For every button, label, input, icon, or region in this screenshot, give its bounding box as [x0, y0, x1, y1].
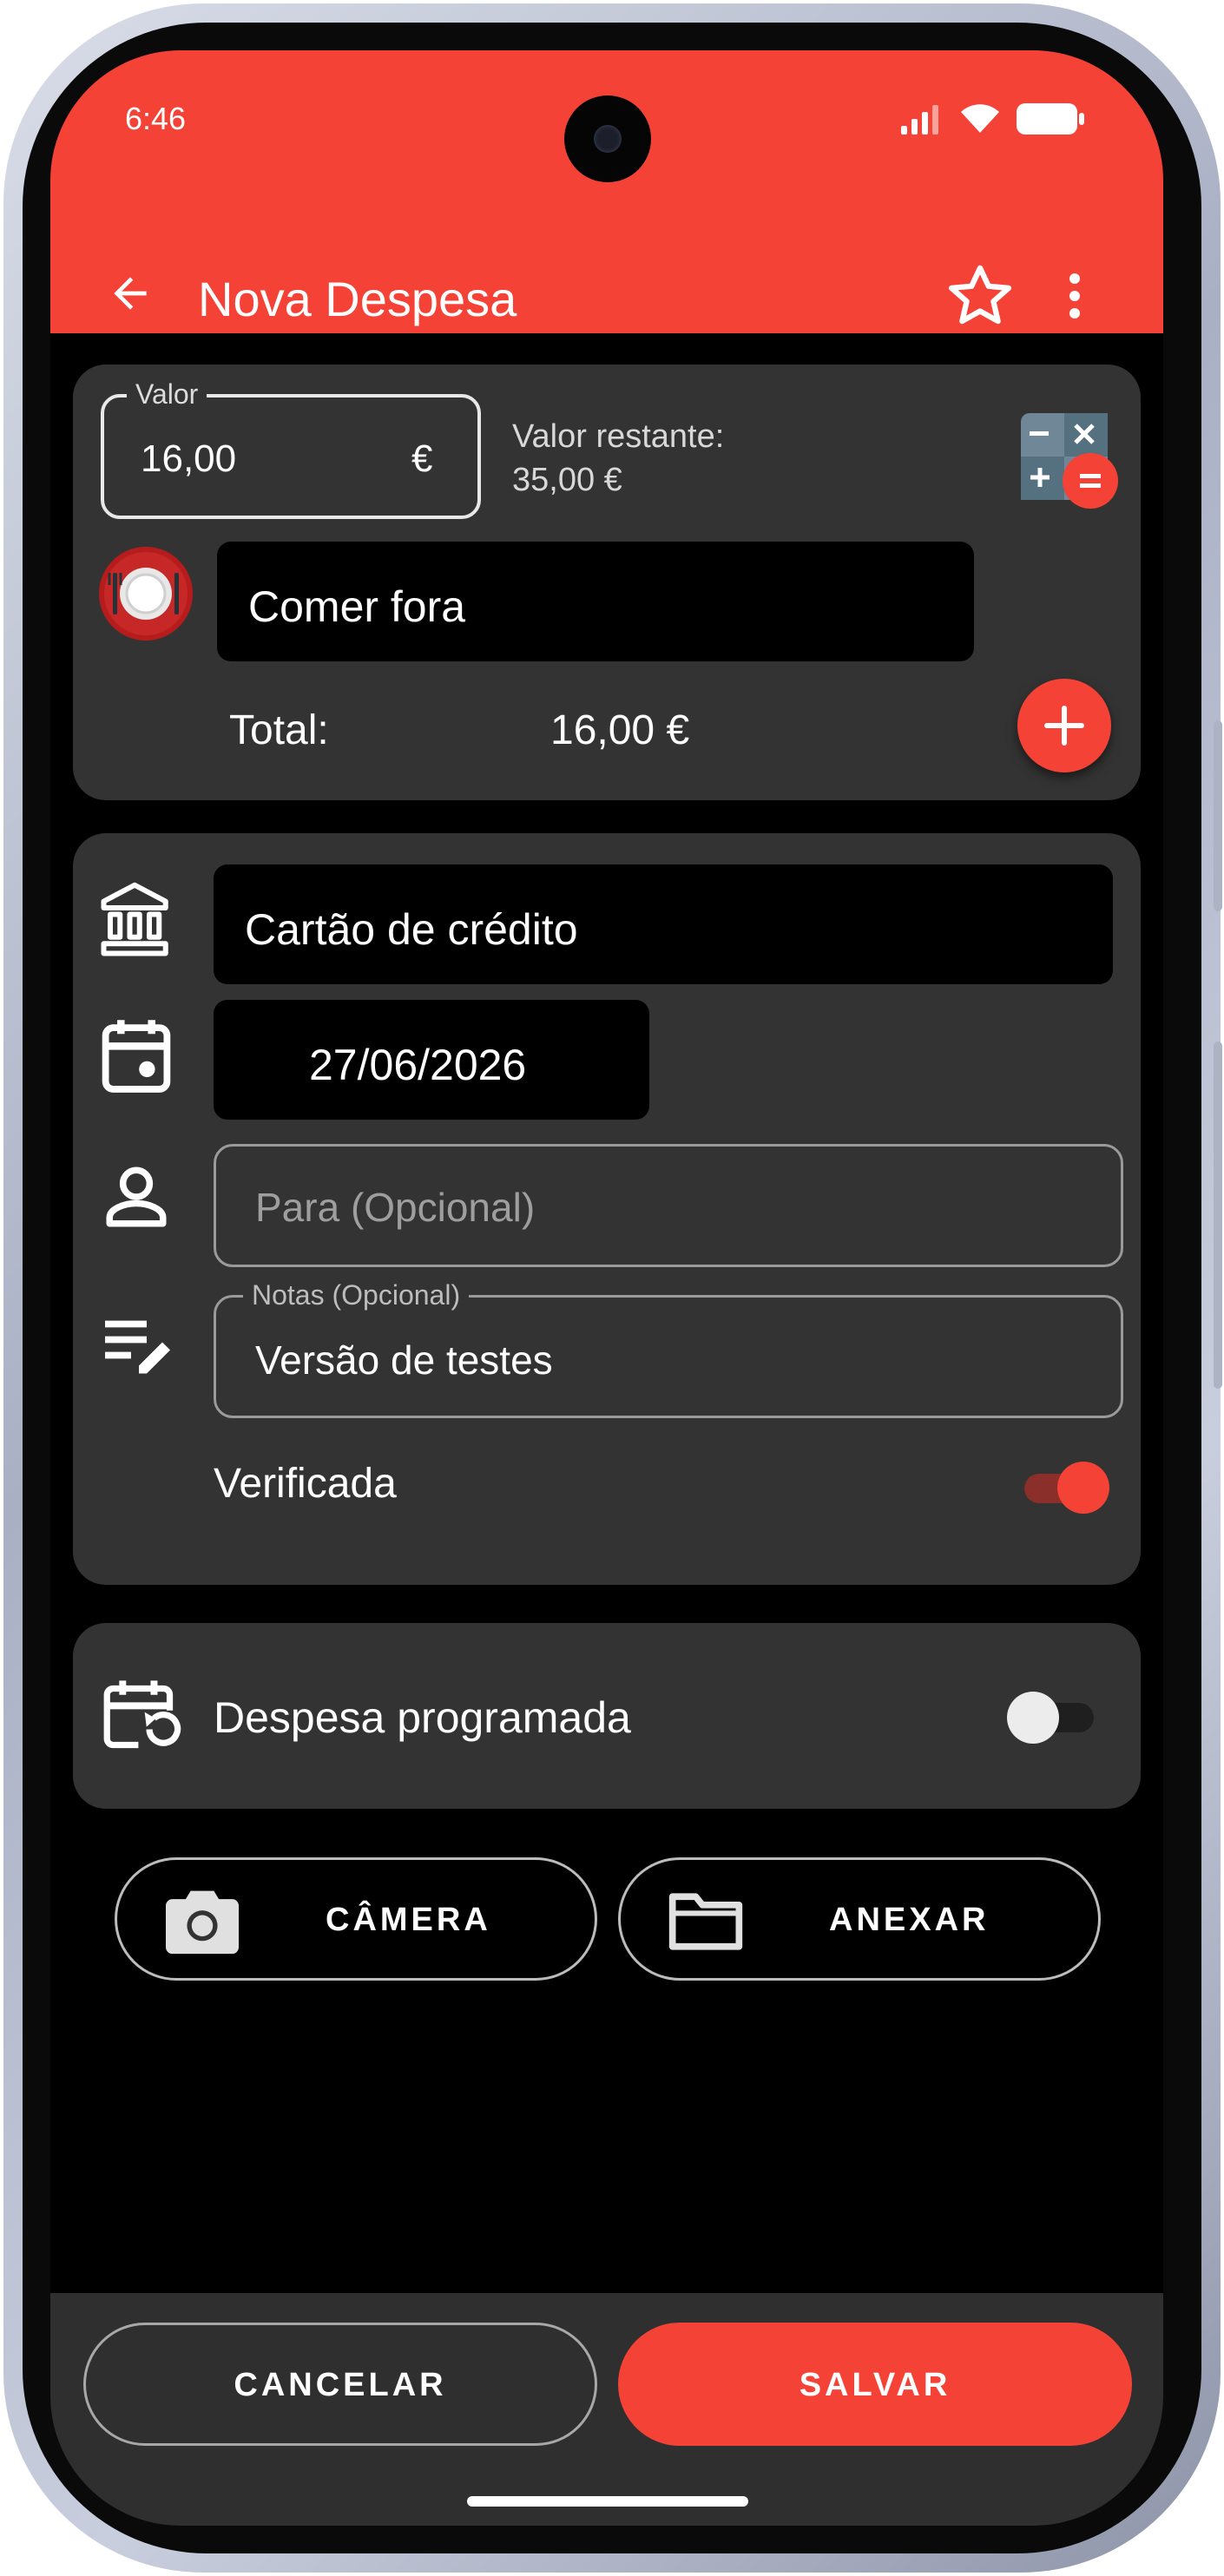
- cancel-label: CANCELAR: [234, 2367, 447, 2403]
- restaurant-icon: [99, 547, 193, 641]
- status-icons: [899, 102, 1085, 135]
- more-vert-icon: [1069, 273, 1080, 319]
- more-options-button[interactable]: [1049, 257, 1101, 335]
- front-camera: [564, 95, 651, 182]
- account-name: Cartão de crédito: [245, 905, 578, 954]
- home-indicator: [467, 2496, 748, 2507]
- status-time: 6:46: [125, 101, 187, 136]
- page-title: Nova Despesa: [198, 272, 517, 326]
- notes-edit-icon: [105, 1320, 170, 1374]
- camera-button[interactable]: CÂMERA: [115, 1857, 597, 1981]
- category-name: Comer fora: [248, 582, 466, 631]
- date-value: 27/06/2026: [309, 1041, 527, 1089]
- total-value: 16,00 €: [550, 707, 690, 753]
- power-button: [1214, 1042, 1222, 1389]
- calendar-icon: [102, 1020, 171, 1093]
- app-bar: 6:46 Nova Despesa: [50, 50, 1163, 333]
- verified-label: Verificada: [214, 1461, 397, 1507]
- save-button[interactable]: SALVAR: [618, 2323, 1132, 2446]
- volume-button: [1214, 720, 1222, 911]
- save-label: SALVAR: [799, 2367, 951, 2403]
- screen: 6:46 Nova Despesa Valor 16,00 € Valor re…: [50, 50, 1163, 2526]
- verified-toggle[interactable]: [1021, 1462, 1109, 1514]
- attach-button[interactable]: ANEXAR: [618, 1857, 1101, 1981]
- battery-icon: [1017, 103, 1084, 135]
- bank-icon: [101, 882, 168, 956]
- signal-icon: [901, 105, 938, 135]
- remaining-value: 35,00 €: [512, 462, 622, 498]
- calculator-icon[interactable]: [1019, 411, 1123, 510]
- notes-value: Versão de testes: [255, 1337, 553, 1383]
- scheduled-toggle[interactable]: [1007, 1692, 1094, 1744]
- folder-icon: [668, 1893, 743, 1950]
- cancel-button[interactable]: CANCELAR: [83, 2323, 597, 2446]
- wifi-icon: [961, 104, 999, 133]
- payee-placeholder: Para (Opcional): [255, 1185, 536, 1230]
- camera-icon: [166, 1890, 239, 1955]
- star-icon: [948, 265, 1012, 325]
- currency-symbol: €: [411, 437, 433, 480]
- attach-label: ANEXAR: [829, 1902, 990, 1938]
- scheduled-card: Despesa programada: [73, 1623, 1141, 1809]
- total-label: Total:: [229, 707, 329, 753]
- amount-field-label: Valor: [127, 378, 207, 411]
- calendar-repeat-icon: [103, 1680, 181, 1749]
- remaining-label: Valor restante:: [512, 418, 725, 455]
- add-split-button[interactable]: [1017, 679, 1111, 772]
- amount-card: Valor 16,00 € Valor restante: 35,00 € Co: [73, 365, 1141, 800]
- scheduled-label: Despesa programada: [214, 1693, 631, 1742]
- amount-value: 16,00: [141, 437, 237, 480]
- add-icon: [1044, 706, 1084, 746]
- details-card: Cartão de crédito 27/06/2026 Para (Opcio…: [73, 833, 1141, 1585]
- back-arrow-icon: [114, 277, 147, 310]
- camera-label: CÂMERA: [326, 1902, 491, 1938]
- person-icon: [106, 1166, 167, 1227]
- notes-field-label: Notas (Opcional): [243, 1279, 470, 1311]
- back-button[interactable]: [95, 259, 165, 328]
- favorite-button[interactable]: [941, 257, 1019, 335]
